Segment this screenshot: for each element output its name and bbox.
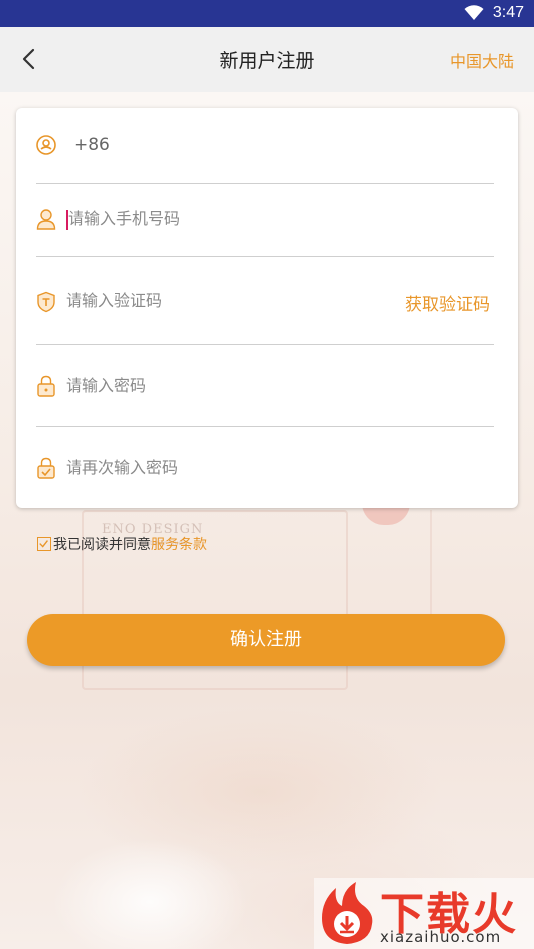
region-icon [36,135,56,155]
verification-code-row: 获取验证码 [36,257,494,345]
country-code: +86 [74,135,110,155]
lock-icon [37,375,55,397]
watermark: 下载火 xiazaihuo.com [314,878,534,949]
status-time: 3:47 [492,4,524,21]
password-input[interactable] [66,376,396,395]
country-code-row[interactable]: +86 [36,108,494,184]
wifi-icon [464,5,484,20]
phone-row [36,184,494,257]
lock-check-icon [37,457,55,479]
verification-code-input[interactable] [66,291,396,310]
agreement-checkbox[interactable] [37,537,51,551]
region-selector[interactable]: 中国大陆 [450,48,514,72]
checkbox-icon [39,540,48,548]
agreement-text: 我已阅读并同意 [53,537,151,553]
nav-bar: 新用户注册 中国大陆 [0,27,534,92]
flame-logo-icon [322,882,373,944]
shield-icon [37,291,55,313]
confirm-password-row [36,427,494,508]
registration-form: +86 获取验证码 [16,108,518,508]
user-icon [36,209,56,230]
terms-link[interactable]: 服务条款 [151,534,207,554]
confirm-password-input[interactable] [66,458,396,477]
status-bar: 3:47 [0,0,534,27]
watermark-url: xiazaihuo.com [380,928,502,946]
phone-input[interactable] [68,209,398,228]
password-row [36,345,494,427]
agreement-row: 我已阅读并同意 服务条款 [37,534,207,554]
get-code-button[interactable]: 获取验证码 [405,290,490,315]
confirm-register-button[interactable]: 确认注册 [27,614,505,666]
